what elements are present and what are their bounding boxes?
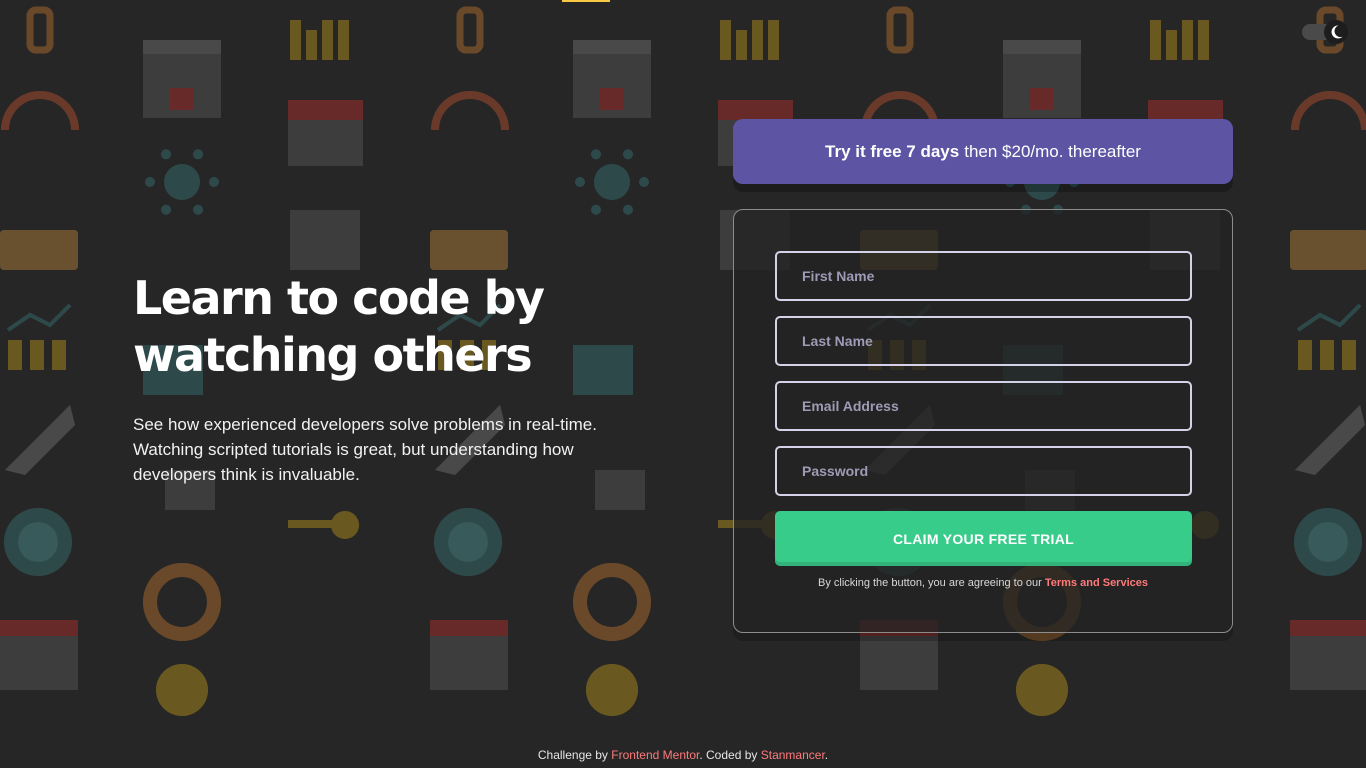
theme-toggle[interactable] <box>1302 20 1348 44</box>
hero-section: Learn to code by watching others See how… <box>133 270 653 487</box>
footer-suffix: . <box>824 748 829 762</box>
terms-link[interactable]: Terms and Services <box>1045 577 1148 589</box>
offer-rest-text: then $20/mo. thereafter <box>964 141 1141 161</box>
first-name-input[interactable] <box>775 251 1192 301</box>
offer-banner: Try it free 7 days then $20/mo. thereaft… <box>733 119 1233 184</box>
frontend-mentor-link[interactable]: Frontend Mentor <box>611 748 699 762</box>
hero-description: See how experienced developers solve pro… <box>133 415 597 484</box>
hero-title: Learn to code by watching others <box>133 270 653 384</box>
password-input[interactable] <box>775 446 1192 496</box>
hero-title-line2: watching others <box>133 328 533 382</box>
moon-icon <box>1324 20 1348 44</box>
top-accent-bar <box>562 0 610 2</box>
footer-middle: . Coded by <box>699 748 758 762</box>
footer-prefix: Challenge by <box>537 748 608 762</box>
hero-title-line1: Learn to code by <box>133 271 545 325</box>
offer-bold-text: Try it free 7 days <box>825 141 960 161</box>
email-input[interactable] <box>775 381 1192 431</box>
pattern-tile <box>1290 6 1366 690</box>
last-name-input[interactable] <box>775 316 1192 366</box>
author-link[interactable]: Stanmancer <box>761 748 825 762</box>
footer: Challenge by Frontend Mentor. Coded by S… <box>0 748 1366 762</box>
claim-trial-button[interactable]: CLAIM YOUR FREE TRIAL <box>775 511 1192 566</box>
signup-form: CLAIM YOUR FREE TRIAL By clicking the bu… <box>733 209 1233 633</box>
terms-prefix: By clicking the button, you are agreeing… <box>817 577 1042 589</box>
terms-text: By clicking the button, you are agreeing… <box>734 577 1232 589</box>
